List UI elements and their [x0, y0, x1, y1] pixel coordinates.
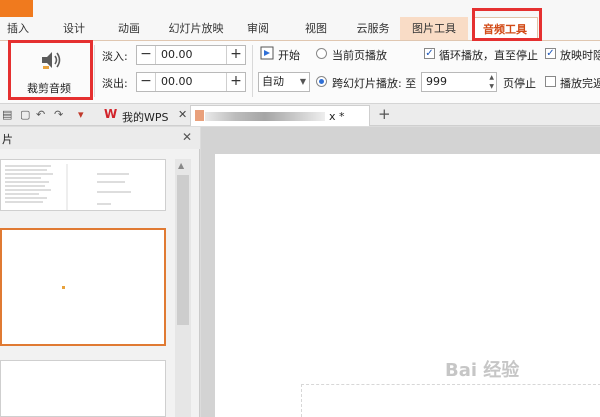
watermark: Bai 经验 [445, 360, 520, 381]
document-name-blurred [205, 112, 325, 121]
cross-slide-page-value: 999 [426, 75, 447, 88]
fade-in-increase-button[interactable]: + [227, 46, 245, 64]
close-icon[interactable]: ✕ [182, 130, 192, 144]
panel-title: 片 [2, 133, 13, 146]
speaker-icon [42, 52, 61, 69]
current-page-play-radio[interactable] [316, 48, 327, 59]
page-stop-label: 页停止 [503, 77, 536, 90]
print-preview-icon[interactable]: ▢ [20, 108, 30, 121]
fade-in-decrease-button[interactable]: − [137, 46, 155, 64]
start-clock-icon [260, 46, 274, 60]
audio-marker-icon [62, 286, 65, 289]
slide-thumbnail[interactable] [0, 159, 166, 211]
slide-thumbnail-selected[interactable] [0, 228, 166, 346]
slide-canvas[interactable] [215, 154, 600, 417]
start-mode-value: 自动 [262, 75, 284, 88]
tab-picture-tools[interactable]: 图片工具 [400, 17, 468, 40]
tab-audio-tools[interactable]: 音频工具 [472, 17, 538, 40]
panel-scrollbar[interactable]: ▲ [175, 159, 191, 417]
hide-while-playing-label: 放映时隐 [560, 49, 600, 62]
close-icon[interactable]: ✕ [178, 108, 187, 121]
wps-logo-icon: W [104, 107, 118, 121]
tab-design[interactable]: 设计 [56, 17, 92, 40]
current-page-play-label: 当前页播放 [332, 49, 387, 62]
tab-cloud-service[interactable]: 云服务 [350, 17, 396, 40]
print-icon[interactable]: ▤ [2, 108, 12, 121]
scrollbar-thumb[interactable] [177, 175, 189, 325]
tab-review[interactable]: 审阅 [240, 17, 276, 40]
customize-toolbar-icon[interactable]: ▾ [78, 108, 84, 121]
scroll-up-icon[interactable]: ▲ [178, 161, 184, 170]
slide-editing-area [201, 127, 600, 417]
presentation-file-icon [195, 110, 204, 121]
tab-insert[interactable]: 插入 [0, 17, 36, 40]
cross-slide-page-spinner[interactable]: 999 ▲ ▼ [421, 72, 497, 92]
document-tab-title: x * [329, 110, 345, 123]
slide-thumbnail-panel: 片 ✕ ▲ [0, 127, 200, 417]
cross-slide-play-label: 跨幻灯片播放: 至 [332, 77, 417, 90]
new-tab-icon[interactable]: + [378, 105, 391, 123]
fade-out-label: 淡出: [102, 77, 128, 90]
ribbon-divider [252, 45, 253, 97]
document-tab-bar: ▤ ▢ ↶ ↷ ▾ W 我的WPS ✕ x * + [0, 104, 600, 126]
fade-out-increase-button[interactable]: + [227, 73, 245, 91]
redo-icon[interactable]: ↷ [54, 108, 63, 121]
fade-out-value[interactable]: 00.00 [155, 73, 227, 91]
rewind-after-play-checkbox[interactable] [545, 76, 556, 87]
rewind-after-play-label: 播放完返 [560, 77, 600, 90]
tab-animation[interactable]: 动画 [111, 17, 147, 40]
tab-slideshow[interactable]: 幻灯片放映 [163, 17, 229, 40]
loop-play-label: 循环播放，直至停止 [439, 49, 538, 62]
chevron-down-icon: ▼ [299, 77, 306, 86]
fade-out-decrease-button[interactable]: − [137, 73, 155, 91]
cross-slide-play-radio[interactable] [316, 76, 327, 87]
hide-while-playing-checkbox[interactable]: ✓ [545, 48, 556, 59]
placeholder-frame[interactable] [301, 384, 600, 417]
start-label: 开始 [278, 49, 300, 62]
fade-in-stepper[interactable]: − 00.00 + [136, 45, 246, 65]
slide-thumbnail[interactable] [0, 360, 166, 417]
start-mode-dropdown[interactable]: 自动 ▼ [258, 72, 310, 92]
fade-in-label: 淡入: [102, 50, 128, 63]
fade-in-value[interactable]: 00.00 [155, 46, 227, 64]
loop-play-checkbox[interactable]: ✓ [424, 48, 435, 59]
ribbon-divider [94, 45, 95, 97]
slide-text-preview [5, 164, 131, 210]
document-tab[interactable]: x * [190, 105, 370, 126]
undo-icon[interactable]: ↶ [36, 108, 45, 121]
audio-tools-ribbon: 裁剪音频 淡入: − 00.00 + 淡出: − 00.00 + 开始 自动 ▼… [0, 40, 600, 104]
fade-out-stepper[interactable]: − 00.00 + [136, 72, 246, 92]
trim-audio-button[interactable]: 裁剪音频 [14, 41, 84, 101]
trim-audio-label: 裁剪音频 [27, 82, 71, 95]
tab-view[interactable]: 视图 [298, 17, 334, 40]
file-menu-button[interactable] [0, 0, 33, 17]
ribbon-tab-bar: 插入 设计 动画 幻灯片放映 审阅 视图 云服务 图片工具 音频工具 [0, 0, 600, 40]
spinner-arrows-icon[interactable]: ▲ ▼ [489, 73, 494, 91]
my-wps-tab[interactable]: 我的WPS [122, 109, 169, 125]
panel-header: 片 ✕ [0, 127, 200, 149]
